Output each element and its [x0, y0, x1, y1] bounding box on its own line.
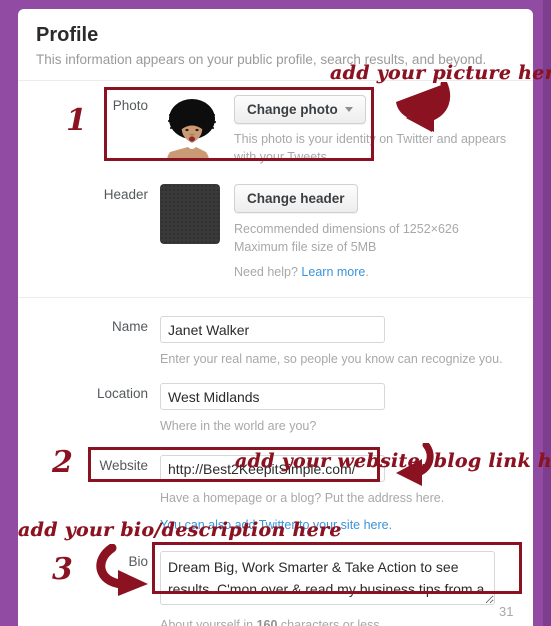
location-row: Location Where in the world are you?	[18, 383, 533, 435]
bio-hint-suffix: characters or less.	[277, 618, 384, 626]
annotation-number-2: 2	[52, 445, 73, 480]
name-input[interactable]	[160, 316, 385, 343]
website-label: Website	[99, 458, 148, 473]
divider-mid	[18, 297, 533, 298]
annotation-text-bio: add your bio/description here	[18, 519, 342, 541]
name-label: Name	[111, 319, 148, 334]
card-header: Profile This information appears on your…	[18, 9, 533, 70]
bio-textarea[interactable]	[160, 551, 495, 605]
annotation-arrow-photo	[396, 82, 451, 132]
annotation-number-3: 3	[52, 552, 73, 587]
right-edge-strip	[543, 0, 551, 626]
avatar[interactable]	[160, 95, 226, 161]
header-label: Header	[103, 187, 148, 202]
header-help-prefix: Need help?	[234, 265, 302, 279]
location-input[interactable]	[160, 383, 385, 410]
bio-char-counter: 31	[499, 604, 514, 619]
change-photo-label: Change photo	[247, 102, 338, 117]
annotation-text-photo: add your picture here	[330, 62, 551, 84]
page-root: Profile This information appears on your…	[0, 0, 551, 626]
photo-hint: This photo is your identity on Twitter a…	[234, 132, 507, 164]
change-header-label: Change header	[247, 191, 345, 206]
website-hint: Have a homepage or a blog? Put the addre…	[160, 491, 445, 505]
header-hint-line2: Maximum file size of 5MB	[234, 240, 377, 254]
learn-more-link[interactable]: Learn more	[301, 265, 365, 279]
header-hint-line1: Recommended dimensions of 1252×626	[234, 222, 459, 236]
name-hint: Enter your real name, so people you know…	[160, 352, 503, 366]
annotation-arrow-bio	[96, 544, 148, 596]
photo-label: Photo	[112, 98, 148, 113]
change-header-button[interactable]: Change header	[234, 184, 358, 213]
bio-hint: About yourself in 160 characters or less…	[160, 616, 495, 626]
name-row: Name Enter your real name, so people you…	[18, 316, 533, 368]
change-photo-button[interactable]: Change photo	[234, 95, 366, 124]
annotation-number-1: 1	[66, 103, 87, 138]
location-hint: Where in the world are you?	[160, 419, 317, 433]
avatar-illustration	[160, 95, 226, 161]
bio-hint-limit: 160	[256, 618, 278, 626]
page-title: Profile	[36, 24, 99, 46]
location-label: Location	[96, 386, 148, 401]
chevron-down-icon	[344, 107, 353, 112]
annotation-arrow-website	[396, 443, 434, 486]
header-help: Need help? Learn more.	[234, 263, 533, 281]
header-row: Header Change header Recommended dimensi…	[18, 184, 533, 281]
bio-hint-prefix: About yourself in	[160, 618, 257, 626]
header-help-suffix: .	[365, 265, 369, 279]
header-thumbnail[interactable]	[160, 184, 220, 244]
